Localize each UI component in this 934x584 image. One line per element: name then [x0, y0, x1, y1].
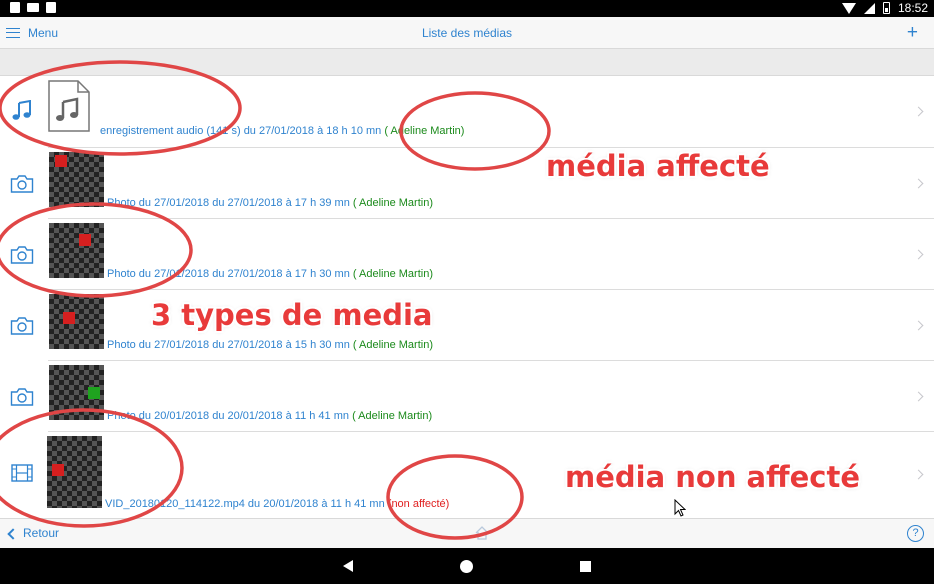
photo-thumbnail	[49, 294, 104, 349]
annotation-label: média non affecté	[565, 460, 861, 494]
photo-thumbnail	[49, 365, 104, 420]
add-media-button[interactable]: +	[907, 22, 918, 44]
bottom-toolbar: Retour ?	[0, 518, 934, 548]
audio-file-thumbnail	[48, 80, 90, 132]
nav-recents-icon[interactable]	[580, 561, 591, 572]
notification-icons	[10, 2, 56, 13]
music-note-icon	[12, 100, 31, 120]
media-description: Photo du 20/01/2018 du 20/01/2018 à 11 h…	[107, 410, 349, 422]
media-caption: Photo du 27/01/2018 du 27/01/2018 à 15 h…	[107, 339, 433, 351]
help-button[interactable]: ?	[907, 525, 924, 542]
nav-home-icon[interactable]	[460, 560, 473, 573]
page-title: Liste des médias	[421, 26, 513, 40]
sd-card-icon	[46, 2, 56, 13]
camera-icon	[10, 317, 34, 335]
media-row-photo[interactable]: Photo du 27/01/2018 du 27/01/2018 à 17 h…	[0, 148, 934, 219]
mail-icon	[27, 3, 39, 12]
chevron-right-icon	[913, 178, 924, 189]
chevron-right-icon	[913, 106, 924, 117]
chevron-right-icon	[913, 391, 924, 402]
assignee-label: ( Adeline Martin)	[352, 268, 433, 280]
assignee-label: ( Adeline Martin)	[352, 339, 433, 351]
media-caption: VID_20180120_114122.mp4 du 20/01/2018 à …	[105, 498, 449, 510]
system-navigation-bar	[0, 548, 934, 584]
back-button[interactable]: Retour	[6, 519, 59, 548]
signal-icon	[863, 2, 875, 14]
media-row-photo[interactable]: Photo du 20/01/2018 du 20/01/2018 à 11 h…	[0, 361, 934, 432]
video-thumbnail	[47, 436, 102, 508]
media-row-audio[interactable]: enregistrement audio (141 s) du 27/01/20…	[0, 76, 934, 148]
notification-icon	[10, 2, 20, 13]
camera-icon	[10, 246, 34, 264]
thumbnail-marker	[63, 312, 75, 324]
thumbnail-marker	[79, 234, 91, 246]
status-bar: 18:52	[0, 0, 934, 17]
camera-icon	[10, 175, 34, 193]
battery-icon	[882, 2, 890, 14]
media-description: enregistrement audio (141 s) du 27/01/20…	[100, 125, 382, 137]
section-header-bar	[0, 49, 934, 76]
media-caption: Photo du 27/01/2018 du 27/01/2018 à 17 h…	[107, 268, 433, 280]
back-label: Retour	[23, 526, 60, 540]
thumbnail-marker	[55, 155, 67, 167]
media-description: Photo du 27/01/2018 du 27/01/2018 à 17 h…	[107, 197, 350, 209]
mouse-pointer-icon	[674, 499, 686, 517]
media-row-photo[interactable]: Photo du 27/01/2018 du 27/01/2018 à 15 h…	[0, 290, 934, 361]
thumbnail-marker	[52, 464, 64, 476]
assignee-label: (non affecté)	[387, 498, 450, 510]
media-list: enregistrement audio (141 s) du 27/01/20…	[0, 76, 934, 518]
wifi-icon	[841, 2, 856, 14]
film-icon	[11, 464, 33, 482]
annotation-label: 3 types de media	[151, 298, 433, 332]
system-icons: 18:52	[841, 1, 928, 15]
assignee-label: ( Adeline Martin)	[384, 125, 465, 137]
navigation-header: Menu Liste des médias +	[0, 17, 934, 49]
media-caption: Photo du 27/01/2018 du 27/01/2018 à 17 h…	[107, 197, 433, 209]
thumbnail-marker	[88, 387, 100, 399]
clock: 18:52	[897, 1, 928, 15]
photo-thumbnail	[49, 223, 104, 278]
chevron-right-icon	[913, 320, 924, 331]
photo-thumbnail	[49, 152, 104, 207]
media-caption: Photo du 20/01/2018 du 20/01/2018 à 11 h…	[107, 410, 432, 422]
media-description: Photo du 27/01/2018 du 27/01/2018 à 17 h…	[107, 268, 350, 280]
media-row-photo[interactable]: Photo du 27/01/2018 du 27/01/2018 à 17 h…	[0, 219, 934, 290]
camera-icon	[10, 388, 34, 406]
chevron-right-icon	[913, 249, 924, 260]
media-description: VID_20180120_114122.mp4 du 20/01/2018 à …	[105, 498, 385, 510]
annotation-label: média affecté	[546, 149, 770, 183]
media-caption: enregistrement audio (141 s) du 27/01/20…	[100, 125, 464, 137]
assignee-label: ( Adeline Martin)	[352, 197, 433, 209]
chevron-left-icon	[7, 527, 19, 540]
nav-back-icon[interactable]	[343, 560, 353, 572]
media-description: Photo du 27/01/2018 du 27/01/2018 à 15 h…	[107, 339, 350, 351]
assignee-label: ( Adeline Martin)	[352, 410, 433, 422]
home-icon[interactable]	[474, 525, 490, 541]
chevron-right-icon	[913, 469, 924, 480]
